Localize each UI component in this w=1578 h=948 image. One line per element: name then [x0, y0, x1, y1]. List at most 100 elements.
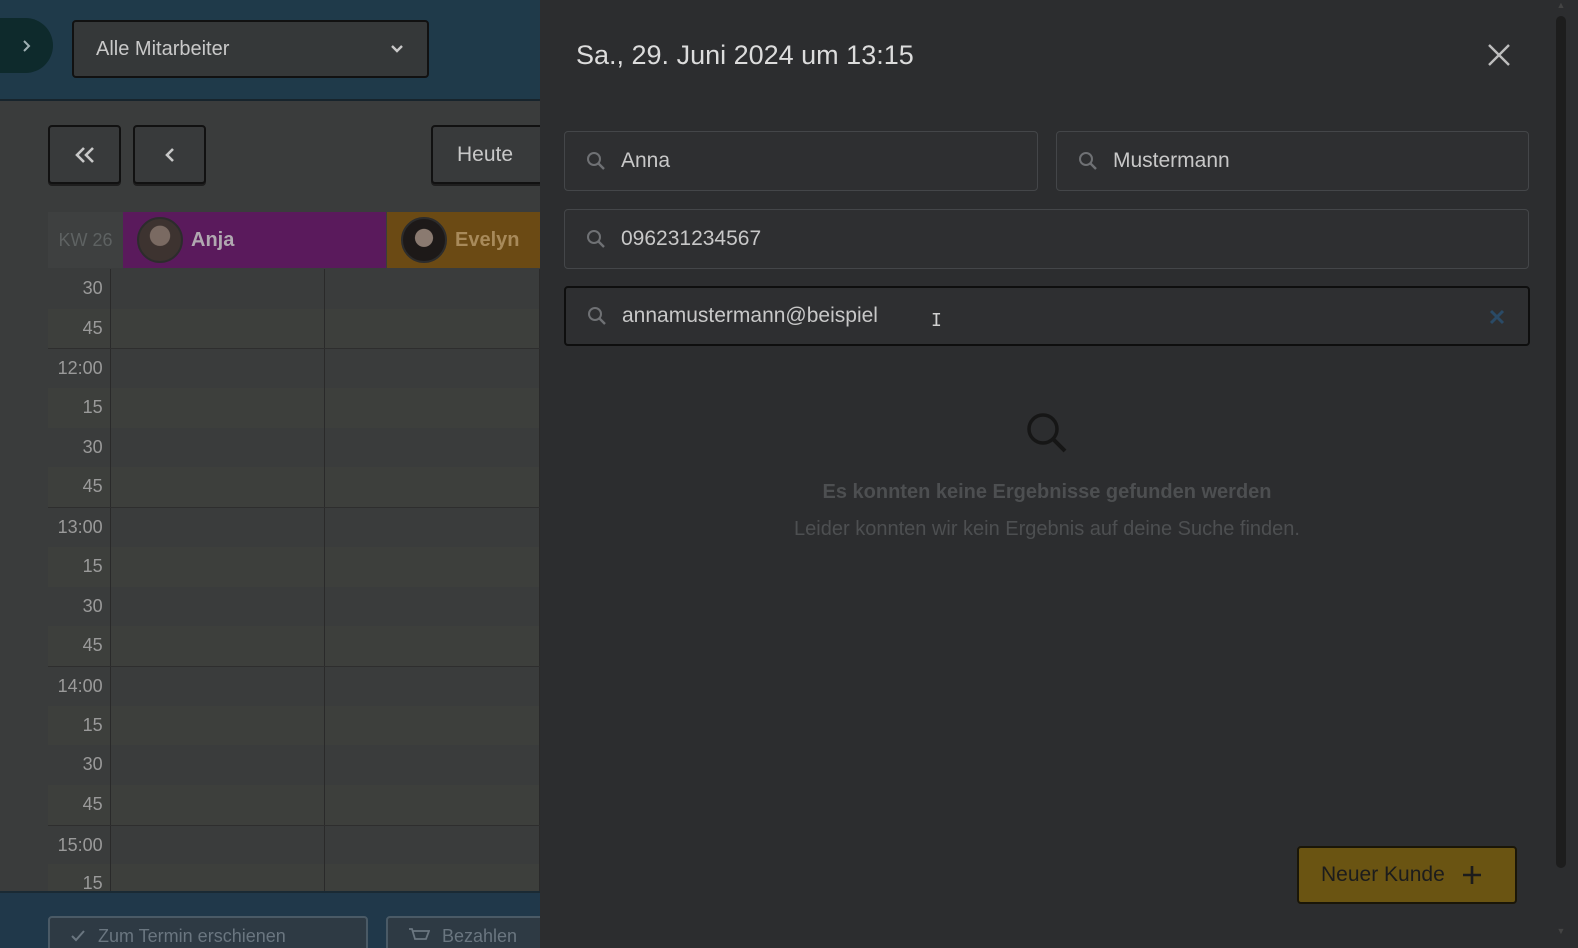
time-slot-cell[interactable]	[111, 388, 326, 428]
time-slot-cell[interactable]	[111, 349, 326, 389]
empty-state-title: Es konnten keine Ergebnisse gefunden wer…	[822, 481, 1272, 503]
double-chevron-left-icon	[74, 146, 94, 163]
time-label: 13:00	[48, 508, 111, 547]
search-icon	[587, 152, 605, 170]
empty-state-description: Leider konnten wir kein Ergebnis auf dei…	[794, 518, 1300, 540]
time-row: 30	[48, 745, 540, 785]
employee-name: Anja	[191, 228, 235, 251]
time-slot-cell[interactable]	[111, 626, 326, 666]
time-label: 15	[48, 705, 111, 746]
time-label: 30	[48, 427, 111, 468]
appeared-button[interactable]: Zum Termin erschienen	[48, 916, 368, 948]
time-slot-cell[interactable]	[111, 508, 326, 547]
time-slot-cell[interactable]	[325, 427, 540, 468]
time-label: 14:00	[48, 666, 111, 706]
time-slot-cell[interactable]	[325, 626, 540, 666]
time-slot-cell[interactable]	[325, 705, 540, 746]
empty-state: Es konnten keine Ergebnisse gefunden wer…	[564, 410, 1530, 541]
time-slot-cell[interactable]	[111, 467, 326, 508]
employee-filter-value: Alle Mitarbeiter	[96, 37, 230, 60]
time-slot-cell[interactable]	[111, 784, 326, 825]
time-slot-cell[interactable]	[325, 508, 540, 547]
time-label: 15:00	[48, 825, 111, 865]
scroll-down-arrow[interactable]: ▼	[1556, 926, 1566, 938]
time-label: 12:00	[48, 349, 111, 389]
time-label: 45	[48, 467, 111, 508]
phone-field[interactable]: 096231234567	[564, 209, 1529, 269]
search-icon	[1027, 413, 1067, 453]
time-slot-cell[interactable]	[111, 745, 326, 785]
search-icon	[1079, 152, 1097, 170]
customer-search-panel: Sa., 29. Juni 2024 um 13:15 Anna Musterm…	[540, 0, 1578, 948]
time-label: 45	[48, 784, 111, 825]
time-label: 30	[48, 745, 111, 785]
close-button[interactable]	[1484, 40, 1514, 70]
today-button-label: Heute	[457, 142, 514, 166]
avatar	[137, 217, 183, 263]
time-slot-cell[interactable]	[325, 745, 540, 785]
time-slot-cell[interactable]	[325, 586, 540, 627]
employee-filter-select[interactable]: Alle Mitarbeiter	[72, 20, 429, 78]
text-cursor-icon: I	[931, 310, 942, 331]
today-button[interactable]: Heute	[431, 125, 540, 184]
cart-icon	[409, 928, 430, 940]
email-value: annamustermann@beispiel	[622, 304, 878, 327]
time-slot-cell[interactable]	[325, 467, 540, 508]
time-label: 30	[48, 269, 111, 309]
clear-icon[interactable]	[1486, 306, 1508, 328]
time-slot-cell[interactable]	[325, 269, 540, 309]
first-name-field[interactable]: Anna	[564, 131, 1038, 191]
time-slot-cell[interactable]	[325, 308, 540, 349]
time-slot-cell[interactable]	[111, 308, 326, 349]
check-icon	[71, 930, 85, 942]
time-slot-cell[interactable]	[111, 427, 326, 468]
sidebar-toggle-button[interactable]	[0, 18, 53, 73]
last-name-value: Mustermann	[1113, 149, 1230, 172]
time-row: 45	[48, 308, 540, 349]
first-page-button[interactable]	[48, 125, 121, 184]
new-customer-button[interactable]: Neuer Kunde	[1297, 846, 1517, 904]
time-slot-cell[interactable]	[325, 546, 540, 587]
time-slot-cell[interactable]	[325, 349, 540, 389]
time-label: 15	[48, 388, 111, 428]
last-name-field[interactable]: Mustermann	[1056, 131, 1529, 191]
time-slot-cell[interactable]	[325, 825, 540, 865]
time-slot-cell[interactable]	[111, 269, 326, 309]
time-row: 15:00	[48, 824, 540, 865]
employee-column-evelyn[interactable]: Evelyn	[387, 212, 540, 268]
avatar	[401, 217, 447, 263]
previous-button[interactable]	[133, 125, 206, 184]
pay-button-label: Bezahlen	[442, 925, 518, 946]
time-label: 45	[48, 308, 111, 349]
close-icon	[1488, 44, 1510, 66]
phone-value: 096231234567	[621, 227, 762, 250]
time-row: 13:00	[48, 507, 540, 547]
time-slot-cell[interactable]	[111, 546, 326, 587]
search-icon	[588, 307, 606, 325]
time-slot-cell[interactable]	[325, 666, 540, 706]
time-row: 15	[48, 388, 540, 428]
time-label: 45	[48, 626, 111, 666]
time-slot-cell[interactable]	[111, 705, 326, 746]
time-slot-cell[interactable]	[325, 784, 540, 825]
time-row: 14:00	[48, 665, 540, 706]
time-row: 30	[48, 269, 540, 309]
time-label: 30	[48, 586, 111, 627]
time-row: 15	[48, 546, 540, 587]
scrollbar[interactable]	[1556, 16, 1566, 868]
email-field[interactable]: annamustermann@beispiel I	[564, 286, 1530, 346]
time-row: 15	[48, 705, 540, 746]
plus-icon	[1462, 866, 1481, 884]
first-name-value: Anna	[621, 149, 671, 172]
time-slot-cell[interactable]	[111, 825, 326, 865]
time-slot-cell[interactable]	[325, 388, 540, 428]
time-row: 30	[48, 586, 540, 627]
employee-column-anja[interactable]: Anja	[123, 212, 386, 268]
appeared-button-label: Zum Termin erschienen	[98, 925, 286, 946]
pay-button[interactable]: Bezahlen	[386, 916, 540, 948]
scroll-up-arrow[interactable]: ▲	[1556, 0, 1566, 12]
time-slot-cell[interactable]	[111, 666, 326, 706]
new-customer-label: Neuer Kunde	[1321, 863, 1445, 886]
chevron-down-icon	[391, 45, 403, 53]
time-slot-cell[interactable]	[111, 586, 326, 627]
